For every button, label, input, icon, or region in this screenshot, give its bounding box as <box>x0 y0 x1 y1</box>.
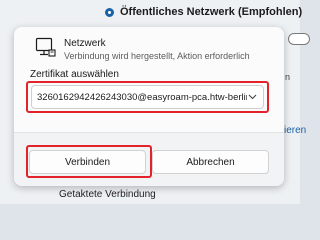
certificate-selected-value: 3260162942426243030@easyroam-pca.htw-ber… <box>37 91 247 103</box>
ethernet-computer-icon <box>35 37 57 64</box>
metered-connection-label: Getaktete Verbindung <box>59 189 156 200</box>
dialog-content: Netzwerk Verbindung wird hergestellt, Ak… <box>14 27 284 132</box>
background-text-fragment: n <box>285 72 291 82</box>
certificate-dialog: Netzwerk Verbindung wird hergestellt, Ak… <box>14 27 284 186</box>
connect-button[interactable]: Verbinden <box>29 150 146 174</box>
radio-selected-icon <box>105 7 114 17</box>
network-name: Netzwerk <box>64 38 106 49</box>
toggle-switch[interactable] <box>288 33 310 45</box>
network-profile-label: Öffentliches Netzwerk (Empfohlen) <box>120 6 303 18</box>
chevron-down-icon <box>247 92 257 102</box>
certificate-dropdown[interactable]: 3260162942426243030@easyroam-pca.htw-ber… <box>31 85 264 109</box>
cancel-button[interactable]: Abbrechen <box>152 150 269 174</box>
network-profile-option[interactable]: Öffentliches Netzwerk (Empfohlen) <box>105 6 302 18</box>
certificate-label: Zertifikat auswählen <box>30 69 119 80</box>
background-link[interactable]: ieren <box>284 125 306 136</box>
connection-status: Verbindung wird hergestellt, Aktion erfo… <box>64 51 250 61</box>
